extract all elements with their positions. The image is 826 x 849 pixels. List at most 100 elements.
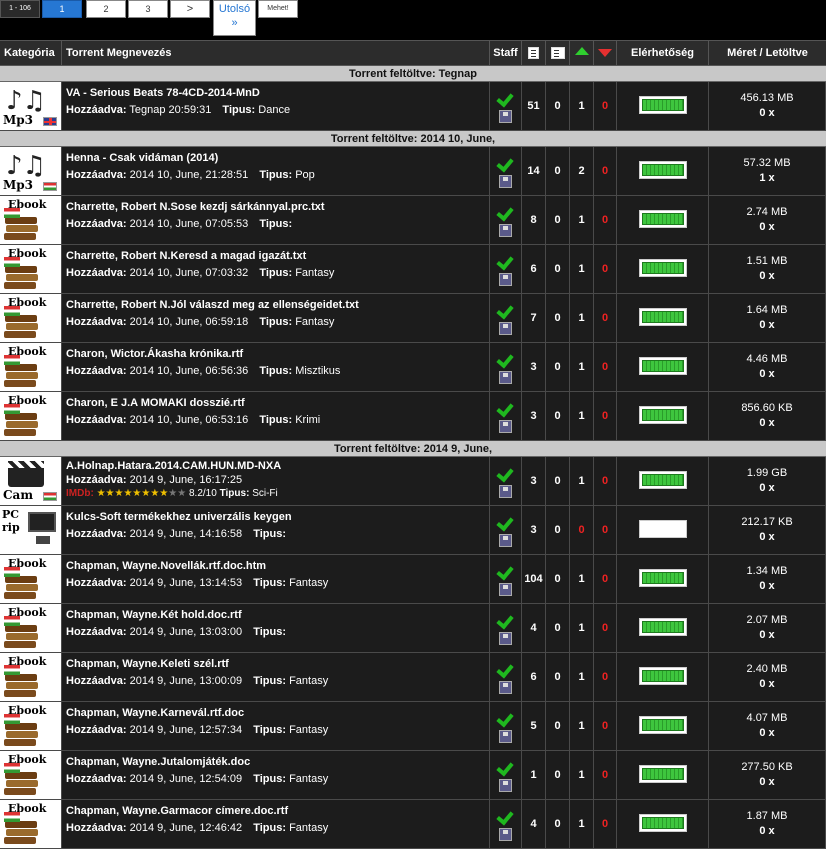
torrent-title-link[interactable]: Charrette, Robert N.Sose kezdj sárkánnya… [66, 201, 489, 213]
seeders-count[interactable]: 1 [570, 457, 594, 505]
comments-count[interactable]: 5 [522, 702, 546, 750]
torrent-title-link[interactable]: Chapman, Wayne.Novellák.rtf.doc.htm [66, 560, 489, 572]
seeders-count[interactable]: 2 [570, 147, 594, 195]
torrent-title-link[interactable]: VA - Serious Beats 78-4CD-2014-MnD [66, 87, 489, 99]
category-icon[interactable]: Ebook [0, 343, 62, 391]
comments-count[interactable]: 3 [522, 392, 546, 440]
next-page-button[interactable]: > [170, 0, 210, 18]
leechers-count[interactable]: 0 [594, 147, 617, 195]
comments-count[interactable]: 7 [522, 294, 546, 342]
leechers-count[interactable]: 0 [594, 343, 617, 391]
category-icon[interactable]: Ebook [0, 751, 62, 799]
category-icon[interactable]: PC rip [0, 506, 62, 554]
comments-count[interactable]: 4 [522, 800, 546, 848]
seeders-count[interactable]: 1 [570, 555, 594, 603]
floppy-disk-icon[interactable] [499, 681, 512, 694]
category-icon[interactable]: ♪♫ Mp3 [0, 82, 62, 130]
page-2-button[interactable]: 2 [86, 0, 126, 18]
header-availability[interactable]: Elérhetőség [617, 41, 709, 65]
seeders-count[interactable]: 1 [570, 343, 594, 391]
leechers-count[interactable]: 0 [594, 555, 617, 603]
header-name[interactable]: Torrent Megnevezés [62, 41, 490, 65]
floppy-disk-icon[interactable] [499, 534, 512, 547]
leechers-count[interactable]: 0 [594, 800, 617, 848]
category-icon[interactable]: Ebook [0, 555, 62, 603]
leechers-count[interactable]: 0 [594, 392, 617, 440]
category-icon[interactable]: Ebook [0, 800, 62, 848]
floppy-disk-icon[interactable] [499, 110, 512, 123]
category-icon[interactable]: Ebook [0, 245, 62, 293]
last-page-button[interactable]: Utolsó » [213, 0, 256, 36]
comments-count[interactable]: 6 [522, 653, 546, 701]
floppy-disk-icon[interactable] [499, 273, 512, 286]
leechers-count[interactable]: 0 [594, 245, 617, 293]
page-3-button[interactable]: 3 [128, 0, 168, 18]
seeders-count[interactable]: 1 [570, 294, 594, 342]
floppy-disk-icon[interactable] [499, 224, 512, 237]
torrent-title-link[interactable]: Henna - Csak vidáman (2014) [66, 152, 489, 164]
seeders-count[interactable]: 1 [570, 392, 594, 440]
seeders-count[interactable]: 1 [570, 604, 594, 652]
header-leechers[interactable] [594, 41, 617, 65]
header-seeders[interactable] [570, 41, 594, 65]
floppy-disk-icon[interactable] [499, 322, 512, 335]
torrent-title-link[interactable]: Charon, Wictor.Ákasha krónika.rtf [66, 348, 489, 360]
seeders-count[interactable]: 1 [570, 653, 594, 701]
floppy-disk-icon[interactable] [499, 730, 512, 743]
seeders-count[interactable]: 1 [570, 800, 594, 848]
category-icon[interactable]: Ebook [0, 294, 62, 342]
leechers-count[interactable]: 0 [594, 702, 617, 750]
torrent-title-link[interactable]: Charrette, Robert N.Jól válaszd meg az e… [66, 299, 489, 311]
category-icon[interactable]: Ebook [0, 392, 62, 440]
floppy-disk-icon[interactable] [499, 632, 512, 645]
leechers-count[interactable]: 0 [594, 506, 617, 554]
header-category[interactable]: Kategória [0, 41, 62, 65]
header-size[interactable]: Méret / Letöltve [709, 41, 826, 65]
torrent-title-link[interactable]: Chapman, Wayne.Karnevál.rtf.doc [66, 707, 489, 719]
header-comments[interactable] [522, 41, 546, 65]
comments-count[interactable]: 4 [522, 604, 546, 652]
leechers-count[interactable]: 0 [594, 82, 617, 130]
floppy-disk-icon[interactable] [499, 485, 512, 498]
go-button[interactable]: Mehet! [258, 0, 298, 18]
comments-count[interactable]: 104 [522, 555, 546, 603]
category-icon[interactable]: Cam [0, 457, 62, 505]
floppy-disk-icon[interactable] [499, 371, 512, 384]
category-icon[interactable]: Ebook [0, 604, 62, 652]
comments-count[interactable]: 6 [522, 245, 546, 293]
seeders-count[interactable]: 1 [570, 245, 594, 293]
floppy-disk-icon[interactable] [499, 420, 512, 433]
comments-count[interactable]: 3 [522, 343, 546, 391]
torrent-title-link[interactable]: Chapman, Wayne.Keleti szél.rtf [66, 658, 489, 670]
floppy-disk-icon[interactable] [499, 583, 512, 596]
category-icon[interactable]: Ebook [0, 653, 62, 701]
comments-count[interactable]: 14 [522, 147, 546, 195]
comments-count[interactable]: 1 [522, 751, 546, 799]
leechers-count[interactable]: 0 [594, 457, 617, 505]
leechers-count[interactable]: 0 [594, 294, 617, 342]
torrent-title-link[interactable]: Chapman, Wayne.Két hold.doc.rtf [66, 609, 489, 621]
seeders-count[interactable]: 0 [570, 506, 594, 554]
floppy-disk-icon[interactable] [499, 828, 512, 841]
header-staff[interactable]: Staff [490, 41, 522, 65]
leechers-count[interactable]: 0 [594, 604, 617, 652]
torrent-title-link[interactable]: Kulcs-Soft termékekhez univerzális keyge… [66, 511, 489, 523]
seeders-count[interactable]: 1 [570, 82, 594, 130]
leechers-count[interactable]: 0 [594, 196, 617, 244]
comments-count[interactable]: 8 [522, 196, 546, 244]
seeders-count[interactable]: 1 [570, 196, 594, 244]
leechers-count[interactable]: 0 [594, 653, 617, 701]
leechers-count[interactable]: 0 [594, 751, 617, 799]
torrent-title-link[interactable]: Chapman, Wayne.Garmacor címere.doc.rtf [66, 805, 489, 817]
page-1-button[interactable]: 1 [42, 0, 82, 18]
floppy-disk-icon[interactable] [499, 779, 512, 792]
comments-count[interactable]: 51 [522, 82, 546, 130]
category-icon[interactable]: ♪♫ Mp3 [0, 147, 62, 195]
header-files[interactable] [546, 41, 570, 65]
seeders-count[interactable]: 1 [570, 751, 594, 799]
torrent-title-link[interactable]: Chapman, Wayne.Jutalomjáték.doc [66, 756, 489, 768]
torrent-title-link[interactable]: Charrette, Robert N.Keresd a magad igazá… [66, 250, 489, 262]
torrent-title-link[interactable]: Charon, E J.A MOMAKI dosszié.rtf [66, 397, 489, 409]
category-icon[interactable]: Ebook [0, 196, 62, 244]
torrent-title-link[interactable]: A.Holnap.Hatara.2014.CAM.HUN.MD-NXA [66, 460, 489, 472]
